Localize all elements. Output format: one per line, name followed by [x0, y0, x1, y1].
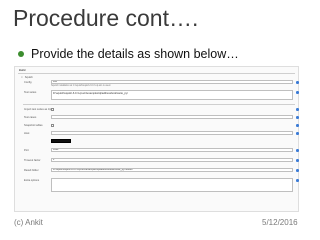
help-icon[interactable]: [296, 169, 299, 172]
field-label: Host: [24, 132, 30, 135]
help-icon[interactable]: [296, 179, 299, 182]
slide-title: Procedure cont….: [13, 5, 199, 31]
config-note: Squish installation at C:\squish\squish-…: [51, 85, 111, 87]
help-icon[interactable]: [296, 116, 299, 119]
bullet-item: Provide the details as shown below…: [18, 46, 239, 62]
footer-author: (c) Ankit: [14, 218, 43, 227]
field-label: Extra options: [24, 179, 40, 182]
help-icon[interactable]: [296, 132, 299, 135]
redacted-block: [51, 139, 71, 143]
test-cases-field[interactable]: [51, 115, 293, 119]
divider: [23, 104, 295, 105]
divider: [18, 73, 295, 74]
field-label: Result folder: [24, 169, 39, 172]
help-icon[interactable]: [296, 124, 299, 127]
result-folder-field[interactable]: D:\squish\squish-6.0.3-qt-win\examples\q…: [51, 168, 293, 172]
field-label: Test suites: [24, 91, 37, 94]
help-icon[interactable]: [296, 159, 299, 162]
section-title: Squish: [24, 75, 33, 79]
section-header: × Squish: [21, 75, 33, 79]
field-label: Snapshot tables: [24, 124, 43, 127]
test-suites-value: D:\squish\squish-6.0.3-qt-win\examples\q…: [53, 92, 128, 95]
help-icon[interactable]: [296, 91, 299, 94]
host-field[interactable]: [51, 131, 293, 135]
close-icon[interactable]: ×: [21, 75, 23, 79]
import-zip-checkbox[interactable]: [51, 108, 54, 111]
extra-options-field[interactable]: [51, 178, 293, 192]
field-label: Config: [24, 81, 32, 84]
field-label: Import test suites as zip: [24, 108, 52, 111]
field-label: Port: [24, 149, 29, 152]
config-field[interactable]: x86: [51, 80, 293, 84]
build-header: Build: [19, 69, 26, 72]
snapshot-tables-checkbox[interactable]: [51, 124, 54, 127]
test-suites-field[interactable]: D:\squish\squish-6.0.3-qt-win\examples\q…: [51, 90, 293, 100]
embedded-screenshot: Build × Squish Config x86 Squish install…: [14, 66, 299, 212]
field-label: Timeout factor: [24, 159, 41, 162]
port-field[interactable]: 4322: [51, 148, 293, 152]
help-icon[interactable]: [296, 108, 299, 111]
help-icon[interactable]: [296, 81, 299, 84]
bullet-text: Provide the details as shown below…: [31, 47, 239, 61]
help-icon[interactable]: [296, 149, 299, 152]
footer-date: 5/12/2016: [262, 218, 298, 227]
timeout-field[interactable]: 1: [51, 158, 293, 162]
field-label: Test cases: [24, 116, 37, 119]
bullet-dot-icon: [18, 51, 24, 57]
